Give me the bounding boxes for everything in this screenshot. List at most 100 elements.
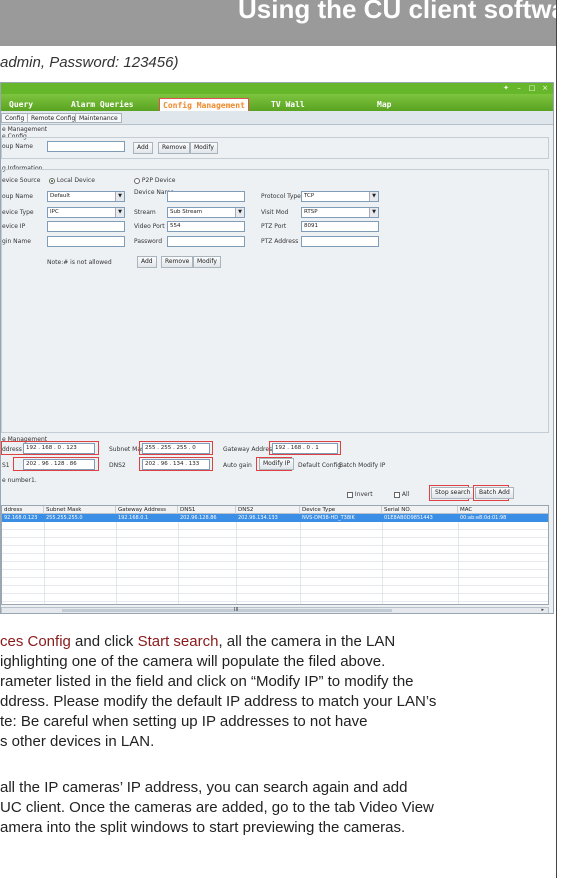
visit-mod-select[interactable]: RTSP ▼: [301, 207, 379, 218]
dns2-input[interactable]: 202 . 96 . 134 . 133: [142, 459, 210, 470]
cell-dns1: 202.96.128.86: [180, 515, 217, 521]
batch-add-button[interactable]: Batch Add: [475, 487, 514, 499]
body-line-7: all the IP cameras’ IP address, you can …: [0, 779, 408, 796]
body-line-4: ddress. Please modify the default IP add…: [0, 693, 437, 710]
tab-map[interactable]: Map: [377, 98, 391, 111]
group-modify-button[interactable]: Modify: [190, 142, 218, 154]
ip-address-input[interactable]: 192 . 168 . 0 . 123: [23, 443, 95, 454]
login-note: admin, Password: 123456): [0, 54, 179, 71]
cell-subnet: 255.255.255.0: [46, 515, 83, 521]
subtab-maintenance[interactable]: Maintenance: [75, 113, 122, 123]
chevron-down-icon: ▼: [115, 192, 124, 201]
table-empty-rows: [2, 522, 548, 604]
dns1-input[interactable]: 202 . 96 . 128 . 86: [23, 459, 95, 470]
device-ip-label: evice IP: [2, 223, 26, 230]
video-port-label: Video Port: [134, 223, 165, 230]
close-icon[interactable]: ×: [540, 84, 550, 92]
login-name-input[interactable]: [47, 236, 125, 247]
gateway-label: Gateway Address: [223, 446, 276, 453]
col-gateway[interactable]: Gateway Address: [116, 506, 178, 514]
chevron-down-icon: ▼: [235, 208, 244, 217]
group-name-input[interactable]: [47, 141, 125, 152]
cell-dns2: 202.96.134.133: [238, 515, 278, 521]
col-address[interactable]: ddress: [2, 506, 44, 514]
device-modify-button[interactable]: Modify: [193, 256, 221, 268]
p2p-device-radio[interactable]: P2P Device: [134, 177, 175, 184]
subnet-mask-input[interactable]: 255 . 255 . 255 . 0: [142, 443, 210, 454]
chevron-down-icon: ▼: [369, 208, 378, 217]
maximize-icon[interactable]: □: [527, 84, 537, 92]
default-config-button[interactable]: Default Config: [298, 462, 341, 469]
config-panel: e Management e Config oup Name Add Remov…: [1, 125, 553, 435]
tab-alarm-queries[interactable]: Alarm Queries: [71, 98, 134, 111]
table-row[interactable]: 92.168.0.123 255.255.255.0 192.168.0.1 2…: [2, 514, 548, 522]
tab-config-management[interactable]: Config Management: [159, 98, 249, 111]
body-line-5: te: Be careful when setting up IP addres…: [0, 713, 368, 730]
subtab-remote-config[interactable]: Remote Config: [27, 113, 80, 123]
group-label: oup Name: [2, 193, 33, 200]
device-number-value: 1.: [31, 477, 37, 484]
group-section-label: e Management: [2, 126, 48, 133]
scroll-grip: III: [234, 607, 239, 613]
device-name-input[interactable]: [167, 191, 245, 202]
scrollbar-thumb[interactable]: [62, 609, 392, 612]
sub-tabs: Config Remote Config Maintenance: [1, 111, 553, 125]
tab-tv-wall[interactable]: TV Wall: [271, 98, 305, 111]
col-dns2[interactable]: DNS2: [236, 506, 300, 514]
visit-mod-label: Visit Mod: [261, 209, 289, 216]
device-management: e Management ddress 192 . 168 . 0 . 123 …: [1, 435, 553, 613]
gateway-input[interactable]: 192 . 168 . 0 . 1: [272, 443, 338, 454]
subtab-config[interactable]: Config: [1, 113, 29, 123]
table-header: ddress Subnet Mask Gateway Address DNS1 …: [2, 506, 548, 514]
horizontal-scrollbar[interactable]: III ▸: [1, 607, 549, 613]
password-label: Password: [134, 238, 163, 245]
minimize-icon[interactable]: –: [514, 84, 524, 92]
body-line-9: amera into the split windows to start pr…: [0, 819, 406, 836]
col-serial[interactable]: Serial NO.: [382, 506, 458, 514]
dns2-label: DNS2: [109, 462, 126, 469]
device-ip-input[interactable]: [47, 221, 125, 232]
modify-ip-button[interactable]: Modify IP: [259, 458, 295, 470]
group-select[interactable]: Default ▼: [47, 191, 125, 202]
ptz-address-label: PTZ Address: [261, 238, 299, 245]
body-line-8: UC client. Once the cameras are added, g…: [0, 799, 434, 816]
chevron-down-icon: ▼: [115, 208, 124, 217]
ptz-port-input[interactable]: 8091: [301, 221, 379, 232]
device-number-label: e number: [2, 477, 32, 484]
stream-select[interactable]: Sub Stream ▼: [167, 207, 245, 218]
video-port-input[interactable]: 554: [167, 221, 245, 232]
batch-modify-ip-button[interactable]: Batch Modify IP: [339, 462, 385, 469]
password-input[interactable]: [167, 236, 245, 247]
tab-query[interactable]: Query: [9, 98, 33, 111]
body-line-1: ces Config and click Start search, all t…: [0, 633, 396, 650]
scroll-right-icon[interactable]: ▸: [541, 607, 544, 613]
group-add-button[interactable]: Add: [133, 142, 153, 154]
col-subnet[interactable]: Subnet Mask: [44, 506, 116, 514]
device-type-select[interactable]: IPC ▼: [47, 207, 125, 218]
body-line-2: ighlighting one of the camera will popul…: [0, 653, 386, 670]
chevron-down-icon: ▼: [369, 192, 378, 201]
device-remove-button[interactable]: Remove: [161, 256, 194, 268]
local-device-radio[interactable]: Local Device: [49, 177, 95, 184]
device-add-button[interactable]: Add: [137, 256, 157, 268]
invert-checkbox[interactable]: Invert: [347, 491, 373, 498]
col-mac[interactable]: MAC: [458, 506, 548, 514]
protocol-select[interactable]: TCP ▼: [301, 191, 379, 202]
group-remove-button[interactable]: Remove: [158, 142, 191, 154]
protocol-type-label: Protocol Type: [261, 193, 301, 200]
device-table: ddress Subnet Mask Gateway Address DNS1 …: [1, 505, 549, 605]
cell-mac: 00:ab:e8:0d:01:98: [460, 515, 507, 521]
stream-label: Stream: [134, 209, 156, 216]
stop-search-button[interactable]: Stop search: [431, 487, 475, 499]
main-nav: Query Alarm Queries Config Management TV…: [1, 94, 553, 111]
all-checkbox[interactable]: All: [394, 491, 409, 498]
window-titlebar: ✦ – □ ×: [1, 83, 553, 94]
device-type-label: evice Type: [2, 209, 34, 216]
col-device-type[interactable]: Device Type: [300, 506, 382, 514]
settings-icon[interactable]: ✦: [501, 84, 511, 92]
cell-serial: 01E8AB0D9851443: [384, 515, 433, 521]
auto-gain-label[interactable]: Auto gain: [223, 462, 252, 469]
ptz-address-input[interactable]: [301, 236, 379, 247]
col-dns1[interactable]: DNS1: [178, 506, 236, 514]
note-text: Note:# is not allowed: [47, 259, 112, 266]
